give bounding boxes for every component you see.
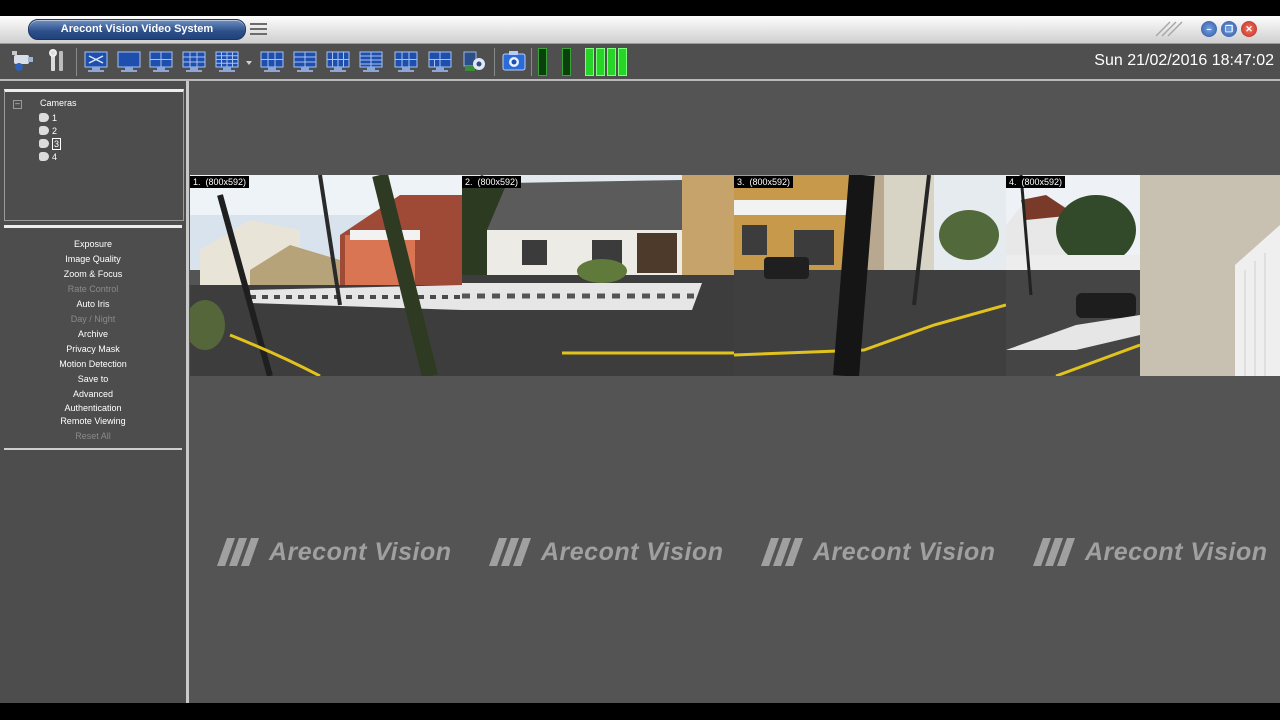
feed-label: 2. (800x592) bbox=[462, 176, 522, 188]
camera-feed-image bbox=[190, 175, 462, 376]
video-settings-icon[interactable] bbox=[461, 49, 487, 73]
video-area: 1. (800x592) 2. (800x592) 3. (800x592) 4… bbox=[189, 81, 1280, 703]
arecont-logo-icon bbox=[217, 538, 259, 566]
camera-tree: – Cameras 1 2 3 4 bbox=[4, 89, 184, 221]
grip-icon bbox=[1155, 21, 1183, 37]
watermark: Arecont Vision bbox=[1033, 538, 1268, 567]
camera-icon bbox=[39, 126, 49, 135]
arecont-logo-icon bbox=[489, 538, 531, 566]
app-title: Arecont Vision Video System bbox=[28, 19, 246, 40]
menu-item-auto-iris[interactable]: Auto Iris bbox=[4, 298, 182, 310]
layout-b-icon[interactable] bbox=[292, 49, 318, 73]
tree-camera-item[interactable]: 4 bbox=[39, 151, 57, 163]
camera-label: 2 bbox=[52, 126, 58, 136]
menu-item-rate-control: Rate Control bbox=[67, 284, 119, 294]
menu-item-exposure[interactable]: Exposure bbox=[4, 238, 182, 250]
feed-label: 4. (800x592) bbox=[1006, 176, 1066, 188]
tree-root-label: Cameras bbox=[40, 98, 77, 108]
camera-feed-1[interactable]: 1. (800x592) bbox=[190, 175, 462, 376]
camera-feed-image bbox=[462, 175, 734, 376]
menu-item-save-to[interactable]: Save to bbox=[4, 373, 182, 385]
menu-item-image-quality[interactable]: Image Quality bbox=[4, 253, 182, 265]
layout-c-icon[interactable] bbox=[325, 49, 351, 73]
tree-camera-item[interactable]: 2 bbox=[39, 125, 57, 137]
signal-meter-bar bbox=[538, 48, 547, 76]
layout-2x2-icon[interactable] bbox=[148, 49, 174, 73]
feed-label: 3. (800x592) bbox=[734, 176, 794, 188]
camera-feed-4[interactable]: 4. (800x592) bbox=[1006, 175, 1140, 376]
left-panel: – Cameras 1 2 3 4 Exposure Image Quality … bbox=[0, 81, 189, 703]
close-button[interactable]: ✕ bbox=[1241, 21, 1257, 37]
bottom-black-border bbox=[0, 703, 1280, 720]
collapse-icon[interactable]: – bbox=[13, 100, 22, 109]
watermark-text: Arecont Vision bbox=[813, 538, 996, 566]
layout-d-icon[interactable] bbox=[358, 49, 384, 73]
restore-button[interactable]: ❐ bbox=[1221, 21, 1237, 37]
menu-item-remote-viewing[interactable]: Remote Viewing bbox=[4, 415, 182, 427]
signal-meter-bar bbox=[562, 48, 571, 76]
toolbar-separator bbox=[531, 48, 532, 76]
title-bar: Arecont Vision Video System – ❐ ✕ bbox=[0, 16, 1280, 44]
layout-3x3-icon[interactable] bbox=[181, 49, 207, 73]
snapshot-camera-icon[interactable] bbox=[501, 49, 527, 73]
camera-label: 3 bbox=[52, 138, 62, 150]
panoramic-video-strip[interactable]: 1. (800x592) 2. (800x592) 3. (800x592) 4… bbox=[190, 175, 1140, 376]
tree-camera-item[interactable]: 3 bbox=[39, 138, 62, 150]
minimize-button[interactable]: – bbox=[1201, 21, 1217, 37]
clock: Sun 21/02/2016 18:47:02 bbox=[1094, 52, 1274, 69]
layout-4x4-icon[interactable] bbox=[214, 49, 240, 73]
signal-meter-bar bbox=[585, 48, 594, 76]
watermark: Arecont Vision bbox=[217, 538, 452, 567]
watermark-text: Arecont Vision bbox=[541, 538, 724, 566]
tree-root[interactable]: – Cameras bbox=[13, 98, 77, 109]
menu-item-reset-all: Reset All bbox=[75, 431, 111, 441]
menu-item-authentication[interactable]: Authentication bbox=[4, 402, 182, 414]
menu-item-advanced[interactable]: Advanced bbox=[4, 388, 182, 400]
layout-fullscreen-icon[interactable] bbox=[83, 49, 109, 73]
camera-feed-image bbox=[734, 175, 1006, 376]
camera-feed-image bbox=[1006, 175, 1140, 376]
layout-e-icon[interactable] bbox=[393, 49, 419, 73]
camera-feed-4-extension bbox=[1140, 175, 1280, 376]
menu-item-motion-detection[interactable]: Motion Detection bbox=[4, 358, 182, 370]
menu-icon[interactable] bbox=[250, 23, 267, 35]
camera-settings-icon[interactable] bbox=[10, 49, 36, 73]
arecont-logo-icon bbox=[1033, 538, 1075, 566]
camera-label: 1 bbox=[52, 113, 58, 123]
camera-feed-3[interactable]: 3. (800x592) bbox=[734, 175, 1006, 376]
toolbar-separator bbox=[76, 48, 77, 76]
layout-a-icon[interactable] bbox=[259, 49, 285, 73]
tools-icon[interactable] bbox=[44, 49, 70, 73]
camera-label: 4 bbox=[52, 152, 58, 162]
camera-icon bbox=[39, 139, 49, 148]
watermark-text: Arecont Vision bbox=[269, 538, 452, 566]
toolbar: Sun 21/02/2016 18:47:02 bbox=[0, 44, 1280, 81]
layout-1x1-icon[interactable] bbox=[116, 49, 142, 73]
feed-label: 1. (800x592) bbox=[190, 176, 250, 188]
watermark: Arecont Vision bbox=[489, 538, 724, 567]
arecont-logo-icon bbox=[761, 538, 803, 566]
camera-icon bbox=[39, 113, 49, 122]
menu-item-privacy-mask[interactable]: Privacy Mask bbox=[4, 343, 182, 355]
camera-icon bbox=[39, 152, 49, 161]
signal-meter-bar bbox=[596, 48, 605, 76]
signal-meter-bar bbox=[607, 48, 616, 76]
tree-camera-item[interactable]: 1 bbox=[39, 112, 57, 124]
signal-meter-bar bbox=[618, 48, 627, 76]
layout-f-icon[interactable] bbox=[427, 49, 453, 73]
menu-item-day-night: Day / Night bbox=[70, 314, 116, 324]
settings-menu: Exposure Image Quality Zoom & Focus Rate… bbox=[4, 225, 182, 450]
watermark-text: Arecont Vision bbox=[1085, 538, 1268, 566]
menu-item-archive[interactable]: Archive bbox=[4, 328, 182, 340]
chevron-down-icon[interactable] bbox=[245, 60, 253, 66]
toolbar-separator bbox=[494, 48, 495, 76]
top-black-border bbox=[0, 0, 1280, 16]
menu-item-zoom-focus[interactable]: Zoom & Focus bbox=[4, 268, 182, 280]
watermark: Arecont Vision bbox=[761, 538, 996, 567]
camera-feed-2[interactable]: 2. (800x592) bbox=[462, 175, 734, 376]
